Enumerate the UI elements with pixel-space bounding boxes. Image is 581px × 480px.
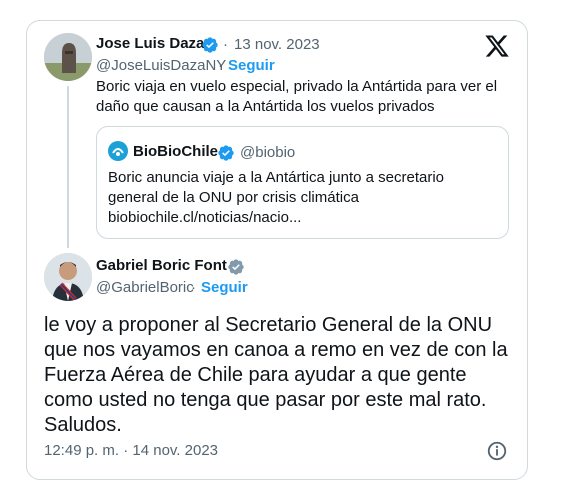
embedded-quote-body: Boric anuncia viaje a la Antártica junto…	[108, 169, 445, 206]
follow-button-jose-luis-daza[interactable]: Seguir	[228, 57, 275, 74]
avatar-jose-luis-daza[interactable]	[44, 33, 92, 81]
x-logo-icon[interactable]	[484, 33, 510, 59]
follow-button-gabriel-boric[interactable]: Seguir	[201, 279, 248, 296]
info-icon[interactable]	[486, 440, 508, 462]
quoted-tweet-text: Boric viaja en vuelo especial, privado l…	[96, 78, 498, 115]
quoted-dot-separator: ·	[223, 36, 228, 53]
verified-badge-icon	[202, 37, 218, 53]
embedded-quote-text: Boric anuncia viaje a la Antártica junto…	[108, 168, 498, 228]
embedded-source-name[interactable]: BioBioChile	[133, 143, 218, 160]
embedded-quote-link[interactable]: biobiochile.cl/noticias/nacio...	[108, 208, 498, 228]
verified-badge-icon	[218, 145, 234, 161]
main-handle[interactable]: @GabrielBoric	[96, 279, 194, 296]
government-verified-badge-icon	[228, 259, 244, 275]
main-tweet-text: le voy a proponer al Secretario General …	[44, 314, 508, 436]
quoted-author-name[interactable]: Jose Luis Daza	[96, 35, 204, 52]
avatar-gabriel-boric[interactable]	[44, 253, 92, 301]
main-tweet-timestamp[interactable]: 12:49 p. m. · 14 nov. 2023	[44, 442, 218, 459]
quoted-date[interactable]: 13 nov. 2023	[234, 36, 320, 53]
embedded-source-handle[interactable]: @biobio	[240, 144, 295, 161]
biobio-logo-icon	[108, 141, 128, 161]
main-author-name[interactable]: Gabriel Boric Font	[96, 257, 227, 274]
quoted-handle[interactable]: @JoseLuisDazaNY	[96, 57, 226, 74]
thread-connector-line	[67, 86, 69, 248]
main-handle-separator: ·	[191, 279, 196, 296]
quoted-handle-separator: ·	[218, 57, 223, 74]
